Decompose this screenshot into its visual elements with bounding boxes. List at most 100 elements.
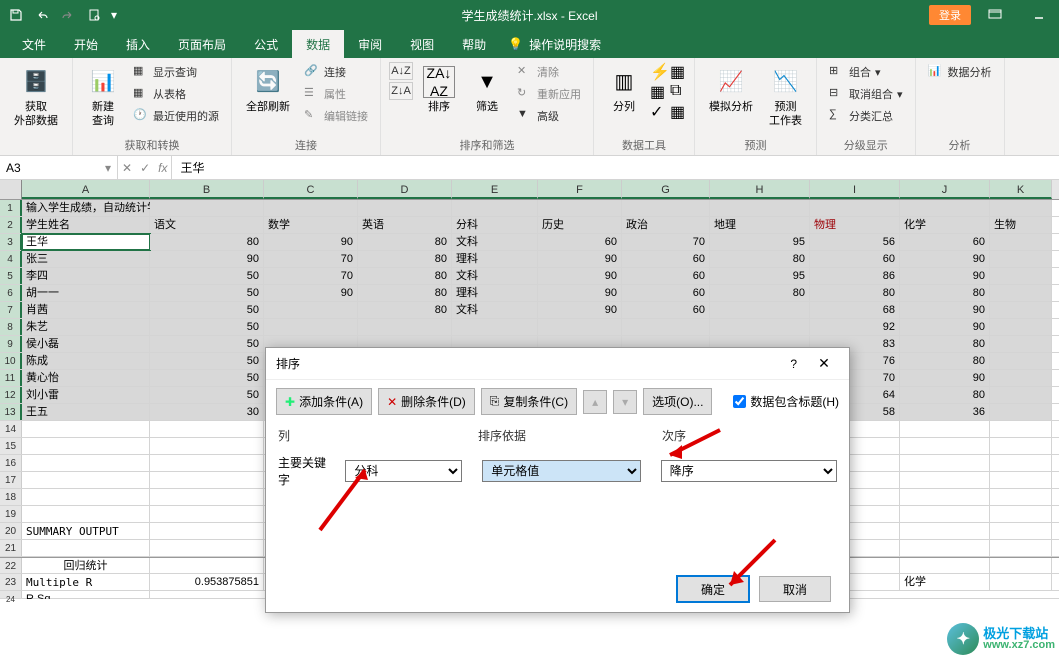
cell[interactable]: 36 [900, 404, 990, 420]
cell[interactable]: 朱艺 [22, 319, 150, 335]
cell[interactable] [990, 523, 1052, 539]
cell[interactable]: 80 [900, 285, 990, 301]
cell[interactable] [150, 421, 264, 437]
row-header[interactable]: 7 [0, 302, 22, 318]
cell[interactable] [900, 421, 990, 437]
row-header[interactable]: 6 [0, 285, 22, 301]
cell[interactable] [990, 455, 1052, 471]
cell[interactable] [900, 523, 990, 539]
cell[interactable]: 王五 [22, 404, 150, 420]
cell[interactable]: 80 [710, 285, 810, 301]
cell[interactable]: 0.953875851 [150, 574, 264, 590]
row-header[interactable]: 19 [0, 506, 22, 522]
cell[interactable] [990, 251, 1052, 267]
cell[interactable] [538, 319, 622, 335]
cell[interactable] [150, 438, 264, 454]
tab-formulas[interactable]: 公式 [240, 30, 292, 59]
cell[interactable] [900, 200, 990, 216]
cell[interactable]: 陈成 [22, 353, 150, 369]
cell[interactable]: 80 [358, 268, 452, 284]
col-header-B[interactable]: B [150, 180, 264, 199]
cell[interactable] [900, 506, 990, 522]
cell[interactable] [710, 200, 810, 216]
ok-button[interactable]: 确定 [677, 576, 749, 602]
cell[interactable]: 历史 [538, 217, 622, 233]
row-header[interactable]: 21 [0, 540, 22, 556]
print-preview-icon[interactable] [82, 4, 106, 26]
cell[interactable] [22, 506, 150, 522]
cancel-button[interactable]: 取消 [759, 576, 831, 602]
row-header[interactable]: 9 [0, 336, 22, 352]
sort-on-select[interactable]: 单元格值 [482, 460, 640, 482]
consolidate-icon[interactable]: ▦ [670, 62, 686, 78]
cell[interactable]: 分科 [452, 217, 538, 233]
cell[interactable]: 80 [900, 353, 990, 369]
cell[interactable] [150, 523, 264, 539]
row-header[interactable]: 20 [0, 523, 22, 539]
sort-order-select[interactable]: 降序 [661, 460, 837, 482]
cell[interactable]: 90 [264, 285, 358, 301]
col-header-C[interactable]: C [264, 180, 358, 199]
row-header[interactable]: 1 [0, 200, 22, 216]
cell[interactable]: 文科 [452, 268, 538, 284]
tab-view[interactable]: 视图 [396, 30, 448, 59]
cell[interactable]: 50 [150, 285, 264, 301]
cell[interactable]: 文科 [452, 302, 538, 318]
headers-checkbox[interactable]: 数据包含标题(H) [733, 393, 839, 410]
cell[interactable]: 李四 [22, 268, 150, 284]
cell[interactable]: 95 [710, 234, 810, 250]
cell[interactable]: 70 [622, 234, 710, 250]
cell[interactable]: 92 [810, 319, 900, 335]
undo-icon[interactable] [30, 4, 54, 26]
cell[interactable]: 学生姓名 [22, 217, 150, 233]
cell[interactable] [900, 472, 990, 488]
cell[interactable]: 30 [150, 404, 264, 420]
cell[interactable]: 化学 [900, 574, 990, 590]
save-icon[interactable] [4, 4, 28, 26]
cell[interactable] [990, 387, 1052, 403]
sort-column-select[interactable]: 分科 [345, 460, 462, 482]
cell[interactable]: 生物 [990, 217, 1052, 233]
cell[interactable]: 文科 [452, 234, 538, 250]
col-header-I[interactable]: I [810, 180, 900, 199]
group-button[interactable]: ⊞组合 ▾ [825, 62, 907, 82]
cell[interactable] [150, 540, 264, 556]
col-header-G[interactable]: G [622, 180, 710, 199]
from-table-button[interactable]: ▦从表格 [129, 84, 223, 104]
tab-layout[interactable]: 页面布局 [164, 30, 240, 59]
cell[interactable] [990, 472, 1052, 488]
tell-me-search[interactable]: 💡 操作说明搜索 [508, 36, 601, 53]
row-header[interactable]: 24 [0, 591, 22, 598]
copy-level-button[interactable]: ⎘复制条件(C) [481, 388, 577, 415]
cell[interactable]: 60 [622, 302, 710, 318]
tab-review[interactable]: 审阅 [344, 30, 396, 59]
row-header[interactable]: 13 [0, 404, 22, 420]
cell[interactable] [150, 558, 264, 573]
cell[interactable]: 80 [358, 234, 452, 250]
move-down-button[interactable]: ▾ [613, 390, 637, 414]
help-icon[interactable]: ? [790, 357, 797, 371]
filter-button[interactable]: ▼ 筛选 [465, 62, 509, 118]
cell[interactable]: 60 [538, 234, 622, 250]
refresh-all-button[interactable]: 🔄 全部刷新 [240, 62, 296, 118]
cell[interactable]: 50 [150, 336, 264, 352]
get-external-data-button[interactable]: 🗄️ 获取 外部数据 [8, 62, 64, 133]
chevron-down-icon[interactable]: ▾ [105, 161, 111, 175]
cell[interactable]: 肖茜 [22, 302, 150, 318]
cell[interactable]: 张三 [22, 251, 150, 267]
cell[interactable] [990, 574, 1052, 590]
cell[interactable]: 回归统计 [22, 558, 150, 573]
cell[interactable]: 60 [622, 251, 710, 267]
cell[interactable] [990, 489, 1052, 505]
cell[interactable] [990, 558, 1052, 573]
cell[interactable] [810, 200, 900, 216]
tab-file[interactable]: 文件 [8, 30, 60, 59]
cell[interactable] [264, 302, 358, 318]
close-icon[interactable]: ✕ [809, 355, 839, 372]
row-header[interactable]: 17 [0, 472, 22, 488]
cell[interactable] [22, 438, 150, 454]
enter-formula-icon[interactable]: ✓ [140, 161, 150, 175]
qat-customize-icon[interactable]: ▾ [108, 4, 120, 26]
row-header[interactable]: 10 [0, 353, 22, 369]
row-header[interactable]: 5 [0, 268, 22, 284]
